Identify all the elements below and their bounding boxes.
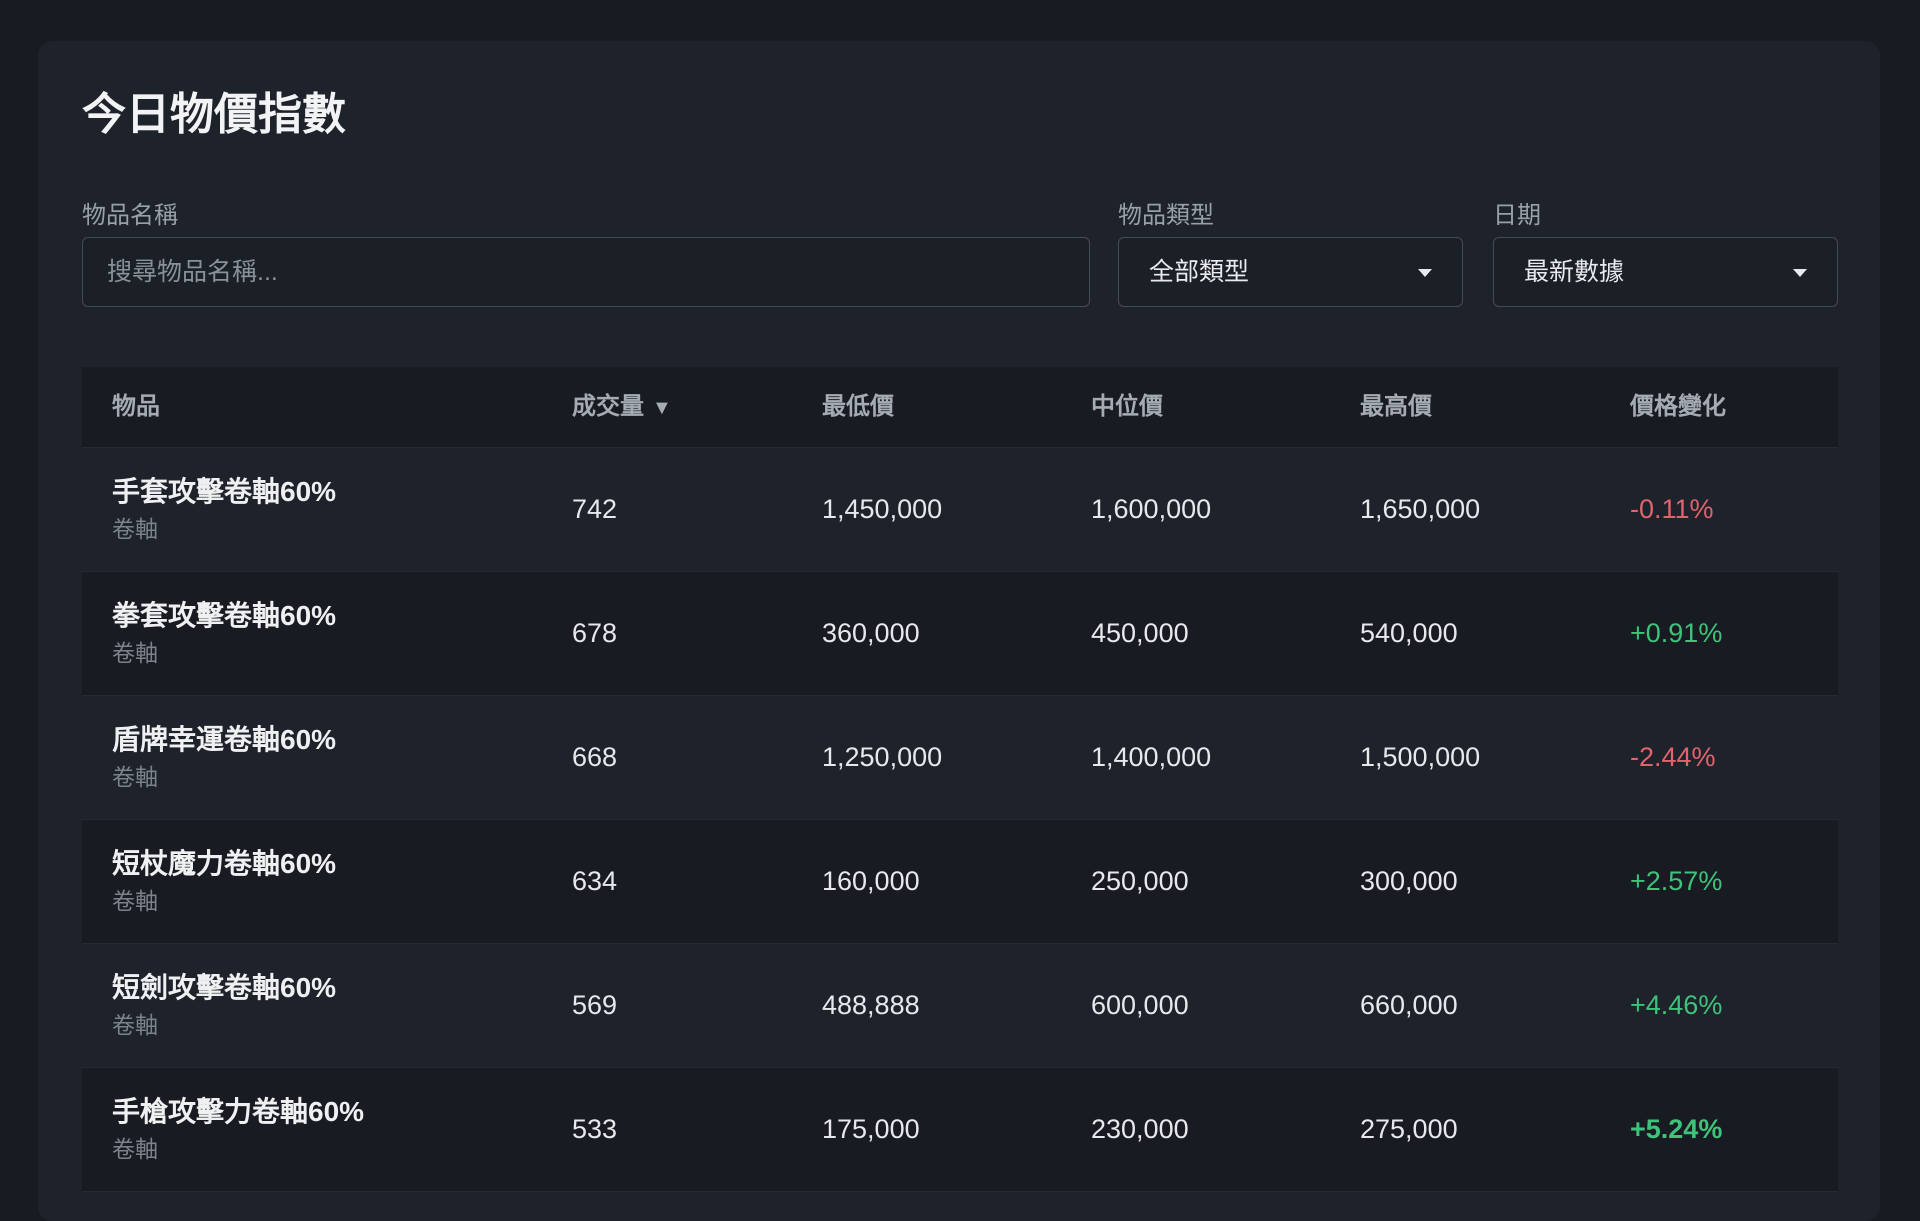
table-row[interactable]: 短杖魔力卷軸60% 卷軸 634 160,000 250,000 300,000 +2.57… [82,820,1838,944]
min-price-cell: 160,000 [822,866,920,896]
max-price-cell: 275,000 [1360,1114,1458,1144]
item-category: 卷軸 [112,764,158,790]
max-price-cell: 540,000 [1360,618,1458,648]
page-title: 今日物價指數 [82,90,346,139]
min-price-cell: 360,000 [822,618,920,648]
table-header: 物品 成交量 ▼ 最低價 中位價 最高價 價格變化 [82,367,1838,448]
median-price-cell: 450,000 [1091,618,1189,648]
min-price-cell: 488,888 [822,990,920,1020]
max-price-cell: 300,000 [1360,866,1458,896]
median-price-cell: 1,600,000 [1091,494,1212,524]
price-change-cell: +5.24% [1630,1114,1723,1144]
item-type-value: 全部類型 [1149,258,1250,286]
price-change-cell: -0.11% [1630,494,1714,524]
sort-desc-icon: ▼ [652,397,672,419]
max-price-cell: 1,500,000 [1360,742,1481,772]
min-price-cell: 1,450,000 [822,494,943,524]
item-type-select[interactable]: 全部類型 [1118,237,1463,307]
table-body: 手套攻擊卷軸60% 卷軸 742 1,450,000 1,600,000 1,650,00… [82,448,1838,1192]
item-category: 卷軸 [112,888,158,914]
price-table: 物品 成交量 ▼ 最低價 中位價 最高價 價格變化 手套攻擊卷軸60% 卷軸 742 1… [82,367,1838,1192]
item-name: 手套攻擊卷軸60% [112,476,337,507]
date-value: 最新數據 [1524,258,1625,286]
item-name: 盾牌幸運卷軸60% [112,724,337,755]
item-name: 手槍攻擊力卷軸60% [112,1096,365,1127]
item-name: 短杖魔力卷軸60% [112,848,337,879]
volume-cell: 634 [572,866,618,896]
table-row[interactable]: 短劍攻擊卷軸60% 卷軸 569 488,888 600,000 660,000 +4.46… [82,944,1838,1068]
date-select[interactable]: 最新數據 [1493,237,1838,307]
item-name-label: 物品名稱 [82,202,178,229]
item-category: 卷軸 [112,516,158,542]
item-category: 卷軸 [112,640,158,666]
median-price-cell: 230,000 [1091,1114,1189,1144]
caret-down-icon [1793,269,1807,277]
volume-cell: 678 [572,618,618,648]
volume-cell: 668 [572,742,618,772]
item-name: 短劍攻擊卷軸60% [112,972,337,1003]
item-category: 卷軸 [112,1012,158,1038]
item-search-input[interactable] [83,238,1089,306]
median-price-cell: 1,400,000 [1091,742,1212,772]
header-median-price[interactable]: 中位價 [1091,367,1163,447]
item-category: 卷軸 [112,1136,158,1162]
price-change-cell: -2.44% [1630,742,1716,772]
median-price-cell: 600,000 [1091,990,1189,1020]
header-volume[interactable]: 成交量 ▼ [572,367,672,448]
median-price-cell: 250,000 [1091,866,1189,896]
table-row[interactable]: 拳套攻擊卷軸60% 卷軸 678 360,000 450,000 540,000 +0.91… [82,572,1838,696]
header-volume-label: 成交量 [572,393,644,420]
max-price-cell: 660,000 [1360,990,1458,1020]
header-min-price[interactable]: 最低價 [822,367,894,447]
header-item[interactable]: 物品 [112,367,160,447]
min-price-cell: 175,000 [822,1114,920,1144]
item-name: 拳套攻擊卷軸60% [112,600,337,631]
volume-cell: 742 [572,494,618,524]
table-row[interactable]: 手槍攻擊力卷軸60% 卷軸 533 175,000 230,000 275,000 +5.2… [82,1068,1838,1192]
caret-down-icon [1418,269,1432,277]
price-change-cell: +4.46% [1630,990,1723,1020]
header-max-price[interactable]: 最高價 [1360,367,1432,447]
header-price-change[interactable]: 價格變化 [1630,367,1726,447]
table-row[interactable]: 盾牌幸運卷軸60% 卷軸 668 1,250,000 1,400,000 1,500,00… [82,696,1838,820]
item-name-field [82,237,1090,307]
price-change-cell: +2.57% [1630,866,1723,896]
table-row[interactable]: 手套攻擊卷軸60% 卷軸 742 1,450,000 1,600,000 1,650,00… [82,448,1838,572]
price-index-card: 今日物價指數 物品名稱 物品類型 全部類型 日期 最新數據 物品 成交量 ▼ 最低… [38,41,1880,1221]
date-label: 日期 [1493,202,1541,229]
min-price-cell: 1,250,000 [822,742,943,772]
volume-cell: 533 [572,1114,618,1144]
volume-cell: 569 [572,990,618,1020]
item-type-label: 物品類型 [1118,202,1214,229]
price-change-cell: +0.91% [1630,618,1723,648]
max-price-cell: 1,650,000 [1360,494,1481,524]
